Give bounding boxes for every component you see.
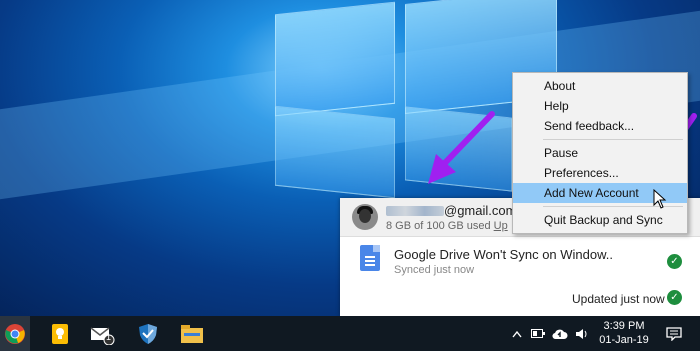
clock-time: 3:39 PM xyxy=(603,320,645,332)
file-explorer-icon[interactable] xyxy=(172,316,212,351)
volume-icon[interactable] xyxy=(574,316,590,351)
synced-file-row[interactable]: Google Drive Won't Sync on Window.. Sync… xyxy=(340,238,700,284)
mouse-cursor-icon xyxy=(653,189,667,209)
upgrade-link[interactable]: Up xyxy=(494,220,508,232)
chrome-icon[interactable] xyxy=(0,316,30,351)
check-icon: ✓ xyxy=(667,254,682,269)
storage-usage: 8 GB of 100 GB used Up xyxy=(386,220,508,232)
cloud-upload-icon[interactable] xyxy=(552,316,568,351)
updated-status: Updated just now xyxy=(572,292,665,306)
mail-icon[interactable]: 1 xyxy=(82,316,122,351)
chevron-up-icon[interactable] xyxy=(510,316,524,351)
taskbar-clock[interactable]: 3:39 PM 01-Jan-19 xyxy=(593,319,655,347)
avatar xyxy=(352,204,378,230)
google-doc-icon xyxy=(360,245,380,271)
clock-date: 01-Jan-19 xyxy=(599,334,649,346)
file-name: Google Drive Won't Sync on Window.. xyxy=(394,247,614,262)
check-icon: ✓ xyxy=(667,290,682,305)
mail-badge-count: 1 xyxy=(106,332,112,342)
menu-separator xyxy=(543,139,683,140)
defender-icon[interactable] xyxy=(128,316,168,351)
keep-icon[interactable] xyxy=(40,316,80,351)
menu-item-send-feedback[interactable]: Send feedback... xyxy=(513,116,687,136)
menu-item-preferences[interactable]: Preferences... xyxy=(513,163,687,183)
menu-item-quit[interactable]: Quit Backup and Sync xyxy=(513,210,687,230)
menu-item-pause[interactable]: Pause xyxy=(513,143,687,163)
redacted-email xyxy=(386,206,444,216)
action-center-icon[interactable] xyxy=(662,316,686,351)
account-email: @gmail.com xyxy=(444,203,517,218)
annotation-arrow-left xyxy=(428,111,495,184)
context-menu: About Help Send feedback... Pause Prefer… xyxy=(512,72,688,234)
taskbar: 1 3:39 PM 01-Jan-19 xyxy=(0,316,700,351)
menu-item-about[interactable]: About xyxy=(513,76,687,96)
window-logo-pane-bottom-left xyxy=(275,105,395,199)
window-logo-pane-left xyxy=(275,1,395,117)
battery-icon[interactable] xyxy=(530,316,546,351)
menu-item-help[interactable]: Help xyxy=(513,96,687,116)
file-sync-status: Synced just now xyxy=(394,264,475,276)
